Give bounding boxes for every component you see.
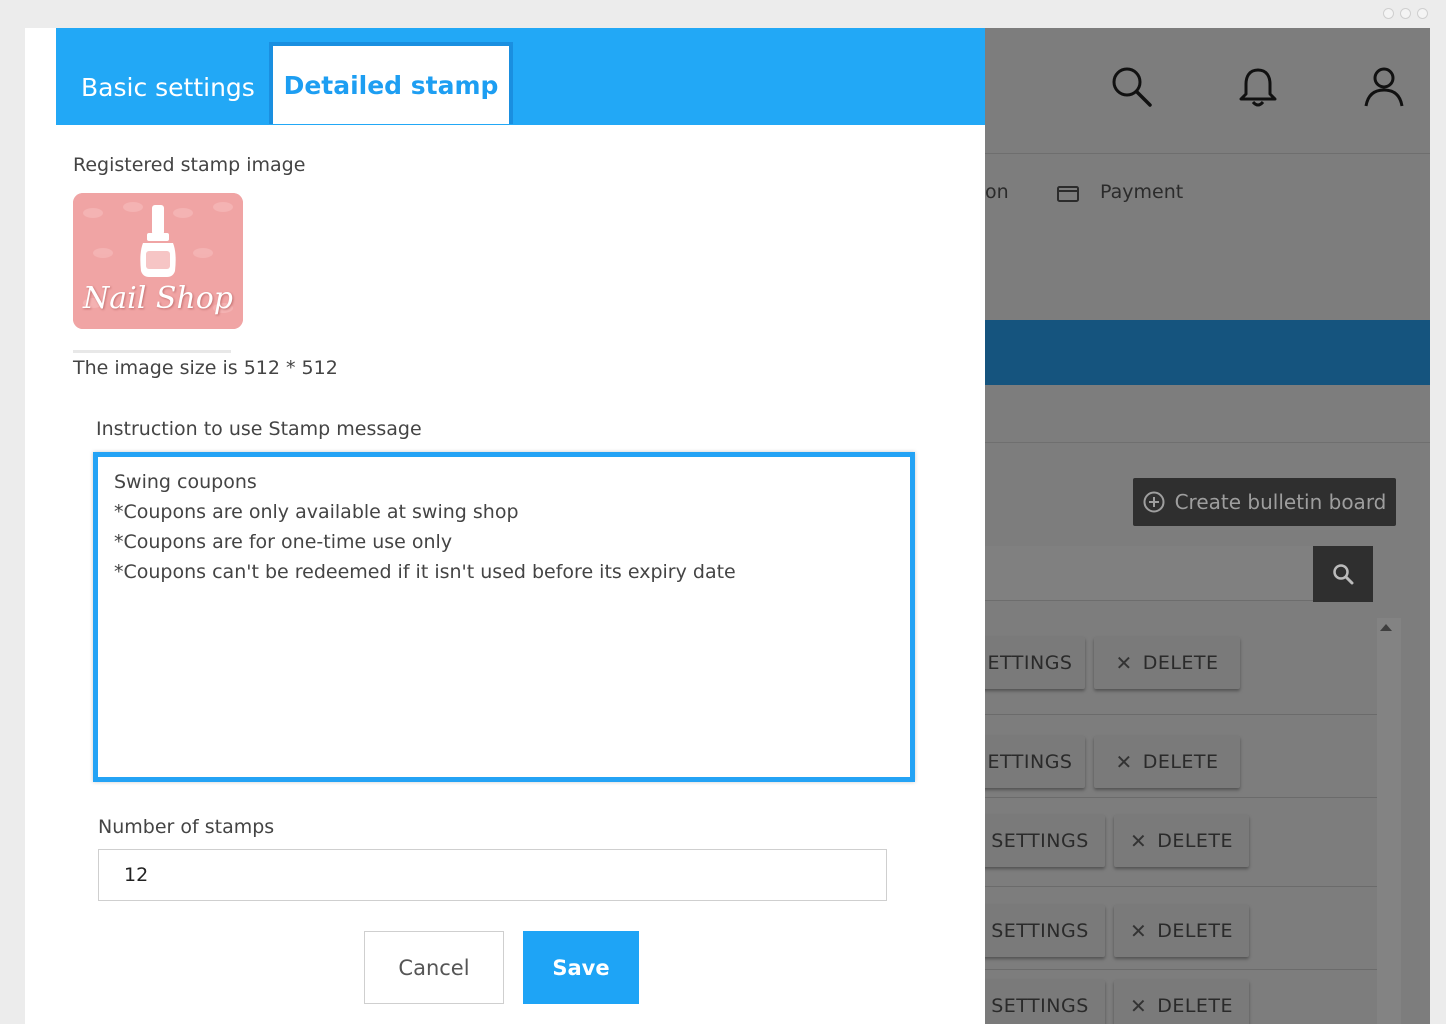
stamp-image[interactable]: Nail Shop xyxy=(73,193,243,329)
search-button[interactable] xyxy=(1313,546,1373,602)
registered-image-label: Registered stamp image xyxy=(73,154,306,176)
section-bar xyxy=(985,320,1430,385)
delete-button[interactable]: ✕ DELETE xyxy=(1094,637,1240,689)
search-input[interactable] xyxy=(985,546,1313,601)
close-icon: ✕ xyxy=(1115,651,1133,675)
cancel-button[interactable]: Cancel xyxy=(364,931,504,1004)
tab-detailed-stamp[interactable]: Detailed stamp xyxy=(269,42,513,124)
save-button[interactable]: Save xyxy=(523,931,639,1004)
window-dot[interactable] xyxy=(1383,8,1394,19)
top-header xyxy=(985,28,1430,154)
window-dot[interactable] xyxy=(1400,8,1411,19)
search-icon[interactable] xyxy=(1109,64,1155,110)
search-icon xyxy=(1333,564,1354,585)
stamps-label: Number of stamps xyxy=(98,816,275,838)
close-icon: ✕ xyxy=(1129,994,1148,1018)
plus-circle-icon xyxy=(1143,491,1165,513)
image-size-text: The image size is 512 * 512 xyxy=(73,357,338,379)
instruction-textarea[interactable]: Swing coupons *Coupons are only availabl… xyxy=(93,452,915,782)
settings-button[interactable]: SETTINGS xyxy=(975,815,1105,867)
close-icon: ✕ xyxy=(1129,829,1148,853)
close-icon: ✕ xyxy=(1115,750,1133,774)
bell-icon[interactable] xyxy=(1235,64,1281,110)
create-bulletin-board-button[interactable]: Create bulletin board xyxy=(1133,478,1396,526)
background-app: on Payment Create bulletin board ETTINGS… xyxy=(975,28,1430,1024)
create-button-label: Create bulletin board xyxy=(1174,490,1387,514)
delete-button[interactable]: ✕ DELETE xyxy=(1114,905,1249,957)
divider xyxy=(985,442,1430,443)
nav-item-partial[interactable]: on xyxy=(985,181,1009,203)
card-icon xyxy=(1057,186,1079,202)
delete-button[interactable]: ✕ DELETE xyxy=(1114,815,1249,867)
stamp-text: Nail Shop xyxy=(83,281,233,316)
upload-progress xyxy=(73,350,231,353)
settings-button[interactable]: SETTINGS xyxy=(975,980,1105,1024)
scrollbar[interactable] xyxy=(1377,618,1401,1024)
scroll-up-arrow[interactable] xyxy=(1380,624,1392,631)
settings-button[interactable]: ETTINGS xyxy=(975,736,1085,788)
delete-button[interactable]: ✕ DELETE xyxy=(1094,736,1240,788)
instruction-label: Instruction to use Stamp message xyxy=(96,418,422,440)
delete-button[interactable]: ✕ DELETE xyxy=(1114,980,1249,1024)
close-icon: ✕ xyxy=(1129,919,1148,943)
nav-item-payment[interactable]: Payment xyxy=(1100,181,1183,203)
settings-button[interactable]: SETTINGS xyxy=(975,905,1105,957)
app-window: on Payment Create bulletin board ETTINGS… xyxy=(25,28,1430,1024)
window-dot[interactable] xyxy=(1417,8,1428,19)
window-controls xyxy=(1383,8,1428,19)
settings-button[interactable]: ETTINGS xyxy=(975,637,1085,689)
number-of-stamps-input[interactable]: 12 xyxy=(98,849,887,901)
stamp-settings-modal: Basic settings Detailed stamp Registered… xyxy=(56,28,985,1024)
user-icon[interactable] xyxy=(1361,64,1407,110)
tab-bar: Basic settings Detailed stamp xyxy=(56,28,985,125)
tab-basic-settings[interactable]: Basic settings xyxy=(81,73,255,102)
